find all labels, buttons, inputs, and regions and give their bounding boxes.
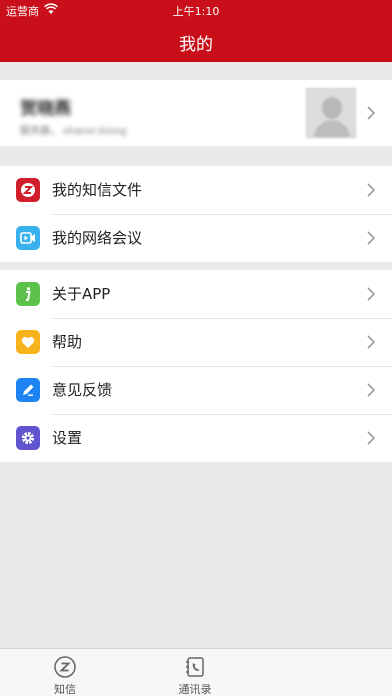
tab-bar: 知信 通讯录: [0, 648, 392, 696]
gear-icon: [16, 426, 40, 450]
chevron-right-icon: [367, 231, 376, 245]
profile-subtitle: 服务器， shanxi.kiong: [20, 126, 127, 137]
menu-group-files: 我的知信文件 我的网络会议: [0, 166, 392, 262]
zhixin-tab-icon: [54, 656, 76, 678]
screen: 运营商 上午1:10 我的 贺晓燕 服务器， shanxi.kiong 我的知信…: [0, 0, 392, 696]
app-header: 运营商 上午1:10 我的: [0, 0, 392, 62]
chevron-right-icon: [367, 383, 376, 397]
video-meeting-icon: [16, 226, 40, 250]
tab-contacts[interactable]: 通讯录: [145, 649, 245, 696]
menu-item-label: 我的知信文件: [52, 181, 143, 199]
zhixin-file-icon: [16, 178, 40, 202]
menu-item-label: 关于APP: [52, 285, 111, 303]
tab-label: 通讯录: [178, 683, 212, 696]
menu-group-app: 关于APP 帮助 意见反馈 设置: [0, 270, 392, 462]
menu-item-about[interactable]: 关于APP: [0, 270, 392, 318]
contacts-tab-icon: [186, 657, 204, 677]
menu-item-label: 我的网络会议: [52, 229, 143, 247]
menu-item-settings[interactable]: 设置: [0, 414, 392, 462]
menu-item-label: 设置: [52, 429, 83, 447]
chevron-right-icon: [367, 431, 376, 445]
chevron-right-icon: [367, 183, 376, 197]
menu-item-web-meeting[interactable]: 我的网络会议: [0, 214, 392, 262]
avatar: [306, 88, 356, 138]
menu-item-zhixin-files[interactable]: 我的知信文件: [0, 166, 392, 214]
profile-name: 贺晓燕: [20, 99, 71, 119]
chevron-right-icon: [367, 287, 376, 301]
pencil-icon: [16, 378, 40, 402]
page-title: 我的: [179, 35, 213, 55]
chevron-right-icon: [367, 335, 376, 349]
menu-item-label: 意见反馈: [52, 381, 113, 399]
menu-item-label: 帮助: [52, 333, 83, 351]
status-bar: 运营商 上午1:10: [0, 0, 392, 20]
profile-card[interactable]: 贺晓燕 服务器， shanxi.kiong: [0, 80, 392, 146]
status-time: 上午1:10: [172, 5, 220, 18]
tab-zhixin[interactable]: 知信: [15, 649, 115, 696]
menu-item-feedback[interactable]: 意见反馈: [0, 366, 392, 414]
tab-label: 知信: [54, 683, 76, 696]
info-icon: [16, 282, 40, 306]
heart-icon: [16, 330, 40, 354]
menu-item-help[interactable]: 帮助: [0, 318, 392, 366]
chevron-right-icon: [367, 106, 376, 120]
